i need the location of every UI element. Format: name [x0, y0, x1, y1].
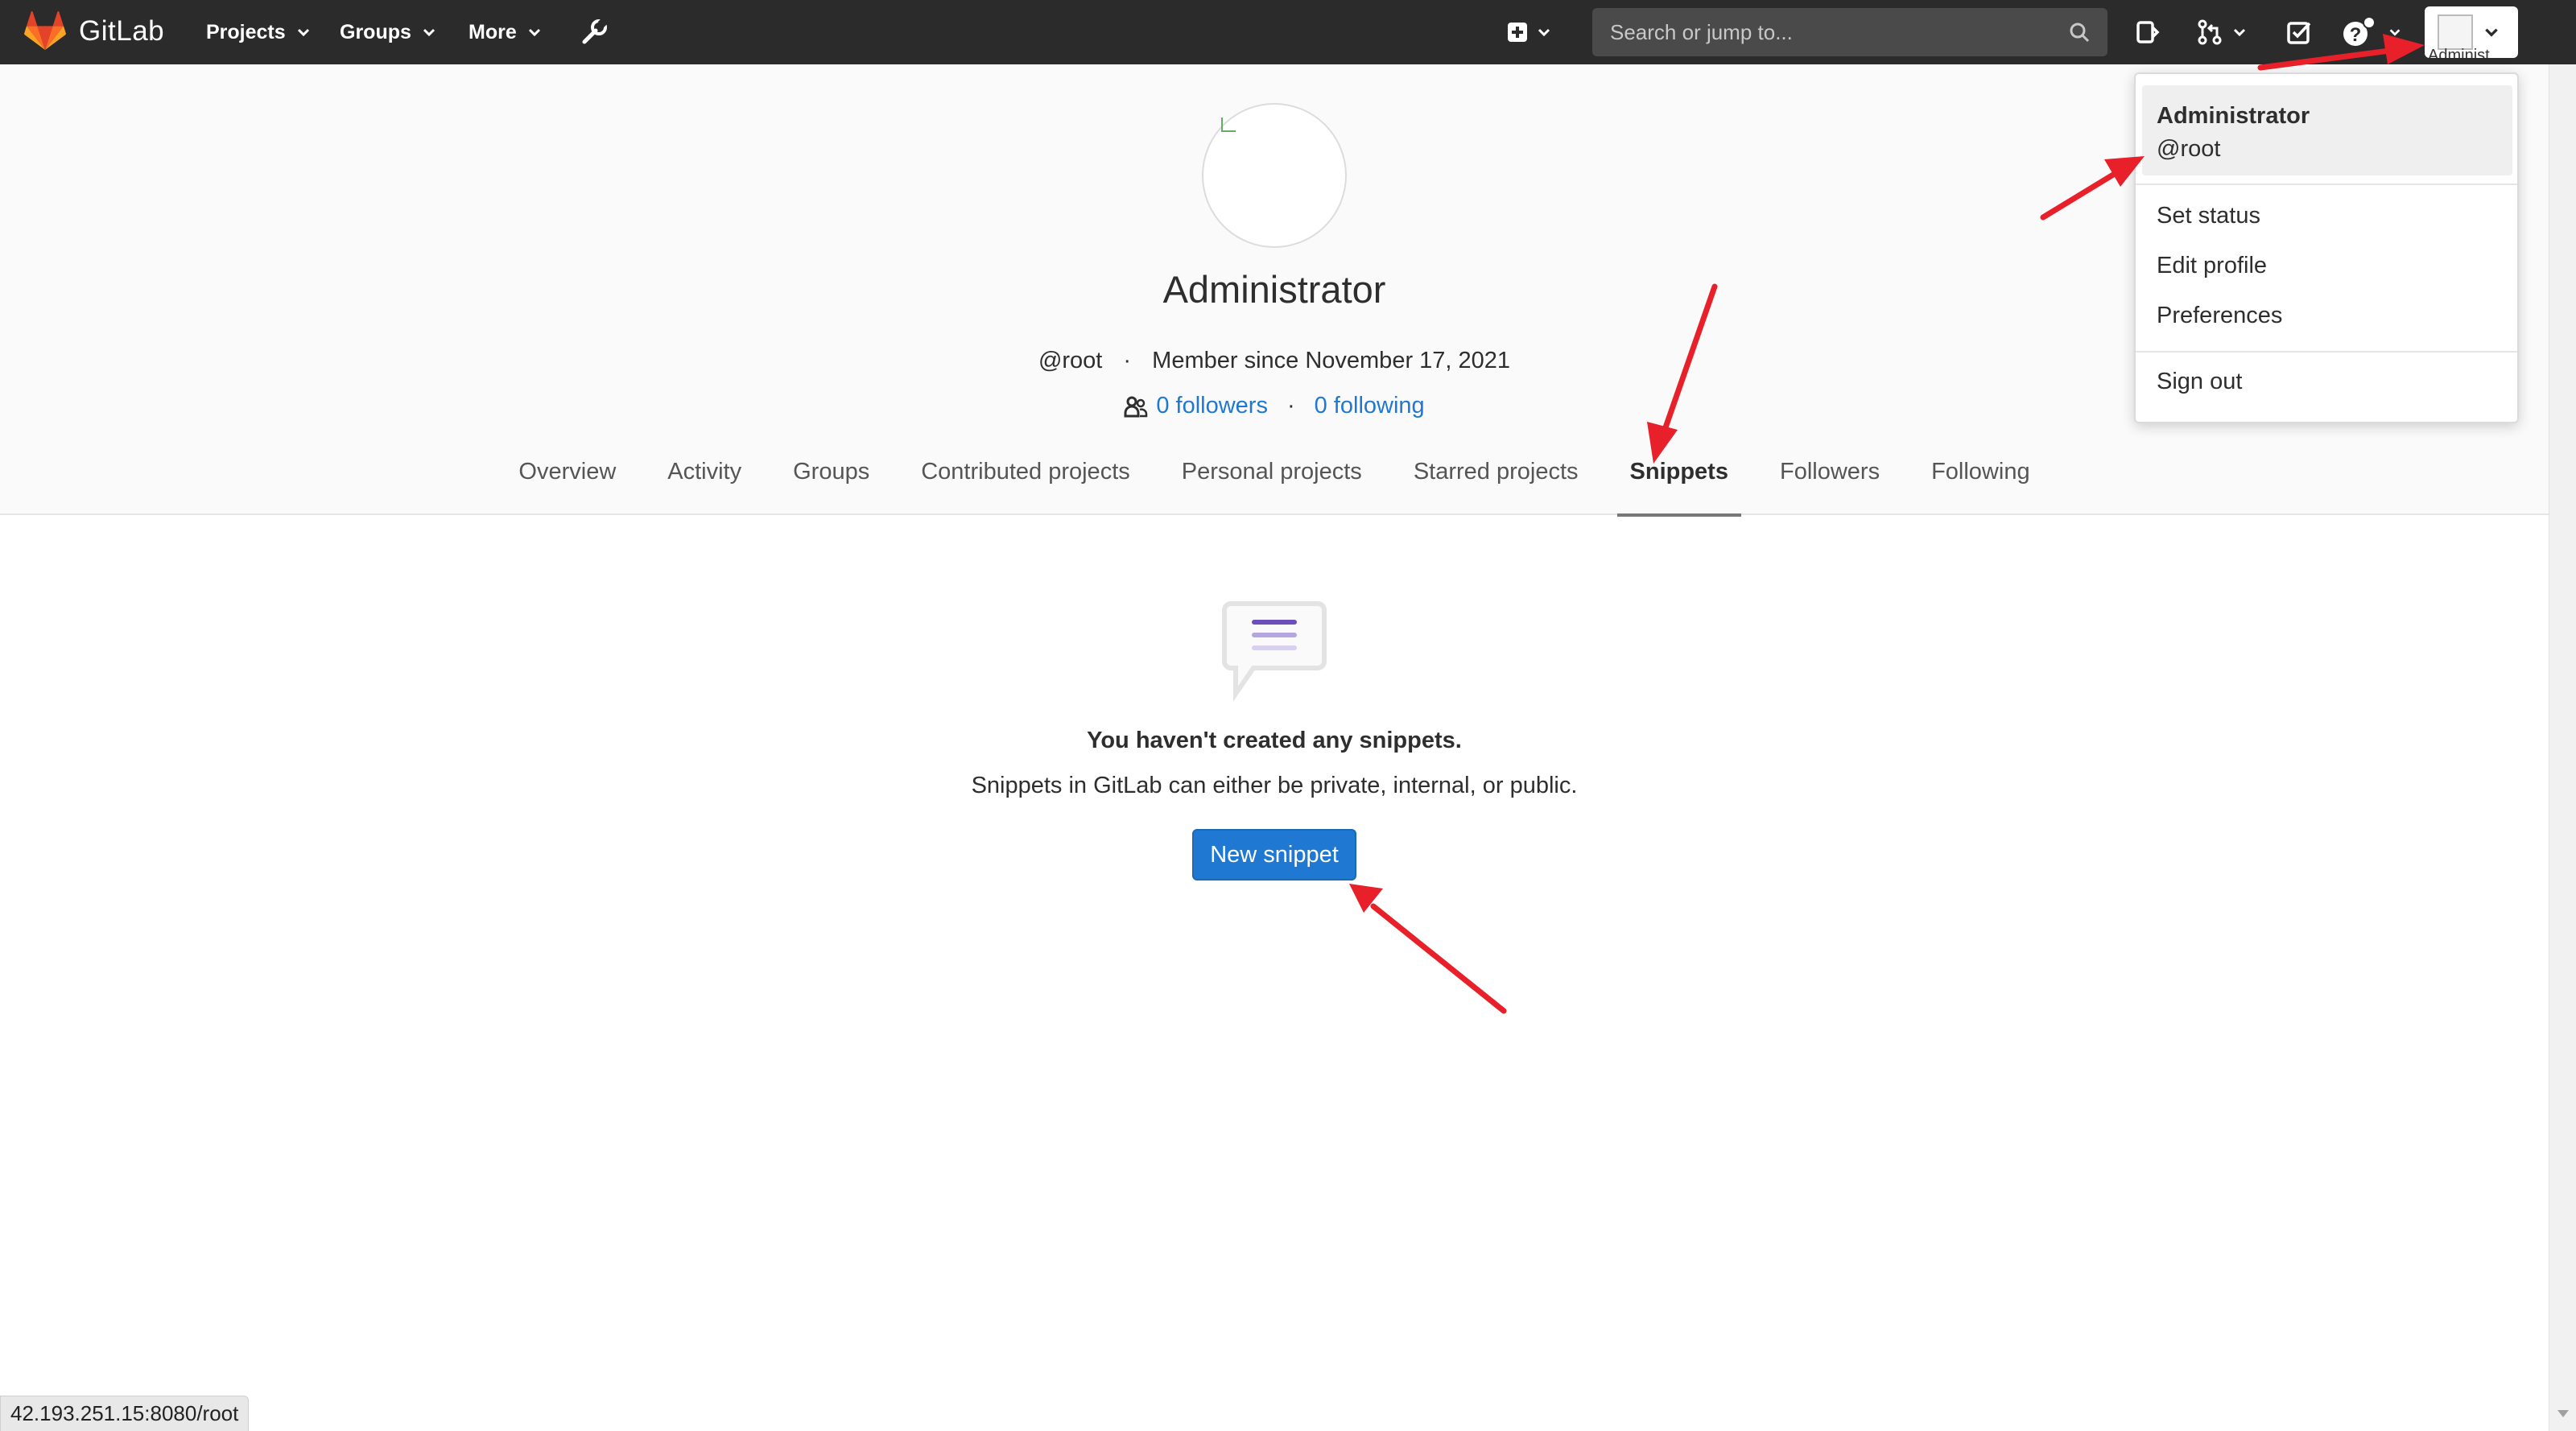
dropdown-user-name: Administrator [2157, 103, 2310, 129]
menu-item-sign-out[interactable]: Sign out [2157, 369, 2242, 395]
nav-projects-dropdown[interactable]: Projects [206, 0, 312, 64]
separator-dot: · [1286, 393, 1295, 419]
user-avatar-broken-image [2438, 14, 2473, 50]
issues-icon [2136, 21, 2160, 43]
following-link[interactable]: 0 following [1315, 393, 1425, 419]
gitlab-logo-icon [24, 11, 66, 50]
tab-snippets[interactable]: Snippets [1616, 447, 1742, 517]
dropdown-divider [2136, 184, 2517, 185]
tab-starred-projects[interactable]: Starred projects [1401, 447, 1591, 515]
annotation-arrow-new-snippet [1349, 884, 1507, 1014]
dropdown-divider [2136, 351, 2517, 353]
chevron-down-icon [2485, 28, 2498, 37]
menu-item-set-status[interactable]: Set status [2157, 203, 2260, 229]
user-dropdown-menu: Administrator @root Set status Edit prof… [2134, 72, 2519, 423]
tab-following[interactable]: Following [1918, 447, 2043, 515]
browser-status-bar: 42.193.251.15:8080/root [0, 1396, 250, 1431]
help-dropdown[interactable]: ? [2343, 0, 2402, 64]
tab-personal-projects[interactable]: Personal projects [1169, 447, 1375, 515]
tab-activity[interactable]: Activity [654, 447, 754, 515]
todos-button[interactable] [2286, 0, 2312, 64]
user-avatar-alt-text: Administ [2428, 47, 2490, 58]
nav-more-label: More [469, 20, 517, 43]
top-navbar: GitLab Projects Groups More Search or ju… [0, 0, 2576, 64]
admin-area-button[interactable] [580, 0, 609, 64]
brand-name: GitLab [79, 15, 165, 47]
profile-tabs: Overview Activity Groups Contributed pro… [0, 447, 2549, 517]
nav-groups-dropdown[interactable]: Groups [340, 0, 437, 64]
issues-button[interactable] [2135, 0, 2161, 64]
scroll-down-arrow-icon[interactable] [2557, 1410, 2569, 1417]
users-icon [1124, 396, 1148, 417]
brand-link[interactable]: GitLab [24, 11, 164, 52]
admin-wrench-icon [582, 18, 609, 44]
search-box[interactable] [1592, 8, 2107, 56]
snippet-speech-bubble-icon [1222, 601, 1327, 702]
profile-username: @root [1038, 348, 1103, 373]
chevron-down-icon [2389, 29, 2401, 36]
todo-check-icon [2287, 22, 2311, 44]
merge-requests-dropdown[interactable] [2196, 0, 2248, 64]
user-menu-button[interactable]: Administ [2425, 6, 2518, 58]
profile-avatar [1202, 103, 1347, 248]
member-since: Member since November 17, 2021 [1152, 348, 1511, 373]
help-icon: ? [2343, 16, 2376, 46]
search-input[interactable] [1610, 19, 2069, 45]
tab-followers[interactable]: Followers [1767, 447, 1893, 515]
chevron-down-icon [1538, 28, 1550, 37]
separator-dot: · [1123, 348, 1132, 373]
tab-groups[interactable]: Groups [780, 447, 882, 515]
svg-text:?: ? [2350, 24, 2362, 46]
menu-item-preferences[interactable]: Preferences [2157, 303, 2282, 329]
empty-state-title: You haven't created any snippets. [1087, 728, 1462, 753]
chevron-down-icon [528, 28, 540, 37]
broken-image-icon [1221, 118, 1236, 132]
dropdown-username: @root [2157, 136, 2221, 162]
search-icon [2070, 23, 2090, 43]
followers-link[interactable]: 0 followers [1156, 393, 1268, 419]
nav-projects-label: Projects [206, 20, 286, 43]
new-item-dropdown[interactable] [1507, 0, 1552, 64]
new-snippet-button[interactable]: New snippet [1192, 829, 1356, 880]
tab-contributed-projects[interactable]: Contributed projects [908, 447, 1143, 515]
plus-square-icon [1508, 23, 1527, 42]
empty-state-description: Snippets in GitLab can either be private… [971, 773, 1578, 798]
page-scrollbar[interactable] [2549, 64, 2576, 1431]
nav-more-dropdown[interactable]: More [469, 0, 543, 64]
chevron-down-icon [423, 28, 435, 37]
chevron-down-icon [2233, 28, 2246, 37]
merge-request-icon [2198, 19, 2222, 45]
dropdown-user-header[interactable]: Administrator @root [2142, 85, 2512, 175]
chevron-down-icon [297, 28, 309, 37]
nav-groups-label: Groups [340, 20, 411, 43]
menu-item-edit-profile[interactable]: Edit profile [2157, 253, 2267, 279]
tab-overview[interactable]: Overview [506, 447, 629, 515]
